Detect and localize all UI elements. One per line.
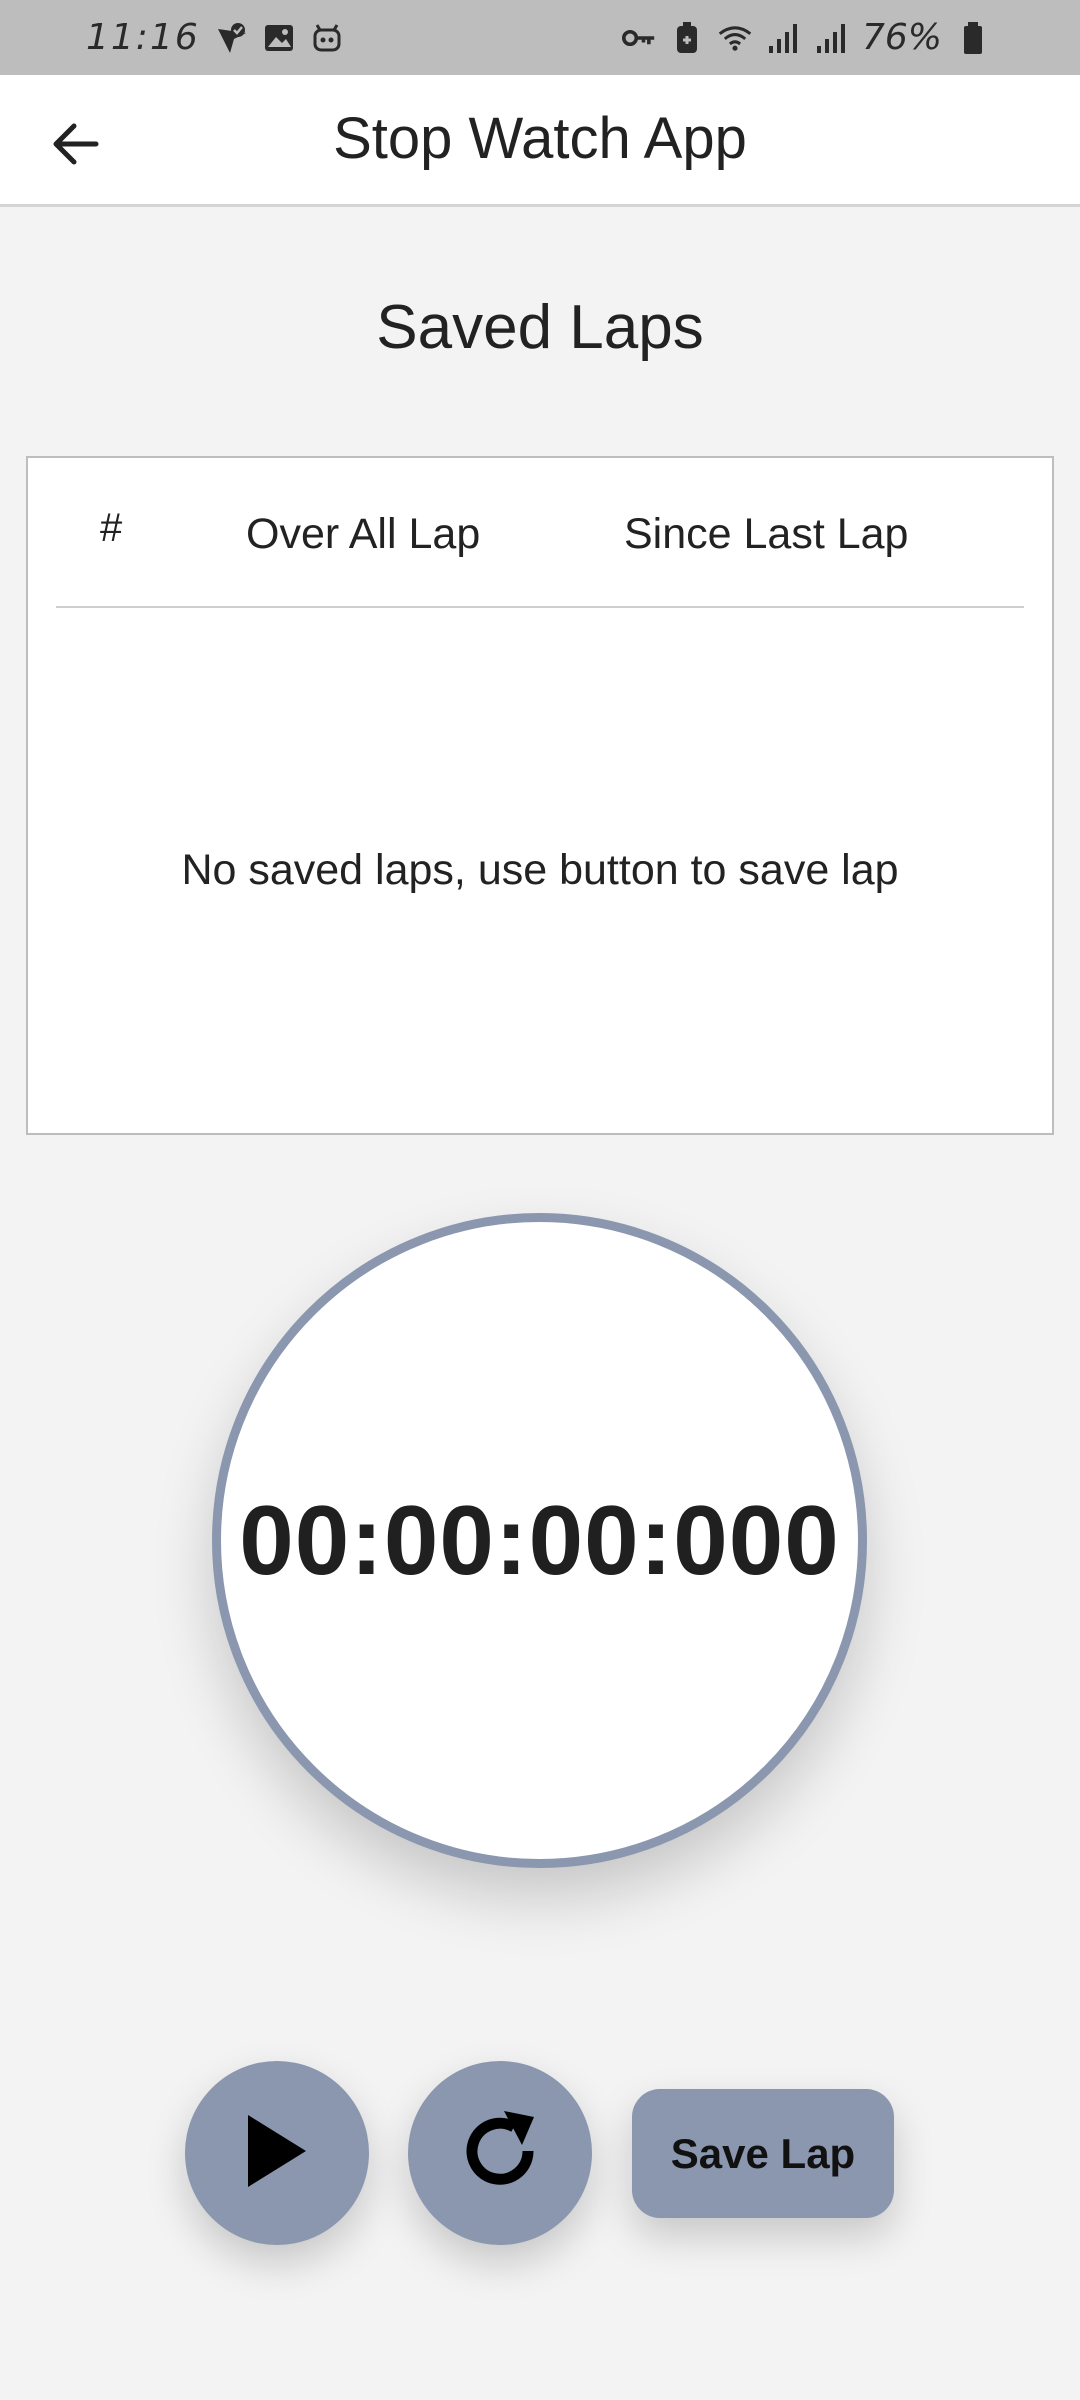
column-header-since-last-lap: Since Last Lap xyxy=(624,510,909,558)
reset-button[interactable] xyxy=(408,2061,592,2245)
column-header-number: # xyxy=(100,506,123,550)
timer-display: 00:00:00:000 xyxy=(239,1485,840,1595)
save-lap-button[interactable]: Save Lap xyxy=(632,2089,894,2218)
battery-saver-icon xyxy=(670,21,704,55)
stopwatch-dial: 00:00:00:000 xyxy=(212,1213,867,1868)
signal-icon xyxy=(814,21,848,55)
image-icon xyxy=(262,21,296,55)
app-bar: Stop Watch App xyxy=(0,75,1080,207)
laps-title: Saved Laps xyxy=(376,293,704,362)
battery-percent: 76% xyxy=(861,17,942,58)
wifi-icon xyxy=(718,21,752,55)
laps-table-header: # Over All Lap Since Last Lap xyxy=(56,458,1024,608)
play-button[interactable] xyxy=(185,2061,369,2245)
play-icon xyxy=(242,2111,312,2196)
status-right: 76% xyxy=(621,17,990,58)
robot-icon xyxy=(310,21,344,55)
key-icon xyxy=(621,21,656,55)
laps-table: # Over All Lap Since Last Lap No saved l… xyxy=(26,456,1054,1135)
page-title: Stop Watch App xyxy=(333,106,747,171)
location-check-icon xyxy=(214,21,248,55)
status-bar: 11:16 76% xyxy=(0,0,1080,75)
laps-empty-message: No saved laps, use button to save lap xyxy=(181,846,899,894)
status-left: 11:16 xyxy=(86,17,344,58)
signal-icon xyxy=(766,21,800,55)
refresh-icon xyxy=(452,2103,548,2204)
status-time: 11:16 xyxy=(86,17,200,58)
column-header-overall-lap: Over All Lap xyxy=(246,510,481,558)
battery-icon xyxy=(956,21,990,55)
